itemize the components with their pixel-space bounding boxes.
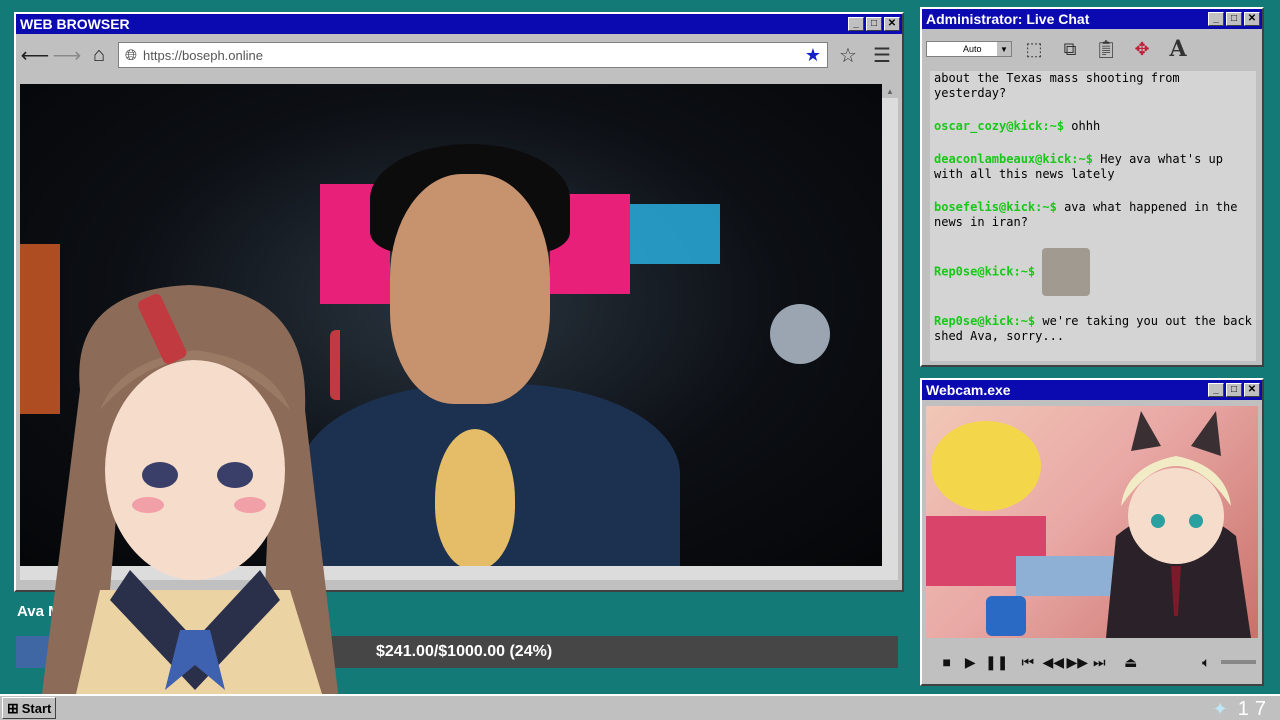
font-size-select[interactable]: Auto ▼ bbox=[926, 41, 1012, 57]
select-rect-icon[interactable]: ⬚ bbox=[1020, 35, 1048, 63]
lamp bbox=[770, 304, 830, 364]
chat-user: Rep0se@kick:~$ bbox=[934, 264, 1036, 279]
start-button[interactable]: ⊞ Start bbox=[2, 697, 57, 719]
close-button[interactable]: ✕ bbox=[1244, 383, 1260, 397]
font-size-value: Auto bbox=[963, 44, 982, 54]
webcam-window: Webcam.exe _ □ ✕ ■ ▶ ❚❚ ⏮︎ ◀◀ ▶▶ ⏭︎ ⏏︎ 🔈… bbox=[920, 378, 1264, 686]
chat-toolbar: Auto ▼ ⬚ ⧉ 📋︎ ✥ A bbox=[922, 29, 1262, 69]
webcam-titlebar[interactable]: Webcam.exe _ □ ✕ bbox=[922, 380, 1262, 400]
copy-icon[interactable]: ⧉ bbox=[1056, 35, 1084, 63]
play-icon[interactable]: ▶ bbox=[962, 654, 980, 671]
clock-area: ✦ 17 bbox=[1213, 698, 1272, 720]
chat-message: about the Texas mass shooting from yeste… bbox=[934, 71, 1252, 101]
chat-text: ohhh bbox=[1071, 119, 1101, 133]
microphone bbox=[435, 429, 515, 566]
close-button[interactable]: ✕ bbox=[884, 17, 900, 31]
eject-icon[interactable]: ⏏︎ bbox=[1122, 654, 1140, 671]
chat-message: Rep0se@kick:~$ we're taking you out the … bbox=[934, 314, 1252, 344]
blue-light bbox=[630, 204, 720, 264]
webcam-illustration bbox=[926, 411, 1251, 638]
webcam-title: Webcam.exe bbox=[926, 382, 1011, 398]
paste-icon[interactable]: 📋︎ bbox=[1092, 35, 1120, 63]
minimize-button[interactable]: _ bbox=[1208, 383, 1224, 397]
browser-title: WEB BROWSER bbox=[20, 16, 130, 32]
start-label: Start bbox=[21, 700, 52, 716]
progress-text: $241.00/$1000.00 (24%) bbox=[376, 643, 553, 660]
browser-toolbar: ⟵ ⟶ ⌂ 🌐︎ https://boseph.online ★ ☆ ☰ bbox=[16, 34, 902, 76]
chat-user: Rep0se@kick:~$ bbox=[934, 314, 1036, 328]
chat-message: deaconlambeaux@kick:~$ Hey ava what's up… bbox=[934, 152, 1252, 182]
chat-message: oscar_cozy@kick:~$ ohhh bbox=[934, 119, 1252, 134]
chat-user: deaconlambeaux@kick:~$ bbox=[934, 152, 1093, 166]
chat-log[interactable]: about the Texas mass shooting from yeste… bbox=[930, 71, 1256, 361]
url-text: https://boseph.online bbox=[143, 47, 263, 63]
chat-user: bosefelis@kick:~$ bbox=[934, 200, 1057, 214]
streamer-face bbox=[390, 174, 550, 404]
windows-logo-icon: ⊞ bbox=[7, 699, 19, 716]
vtuber-avatar bbox=[40, 285, 340, 720]
network-icon[interactable]: ✦ bbox=[1213, 699, 1228, 720]
close-button[interactable]: ✕ bbox=[1244, 12, 1260, 26]
chat-title: Administrator: Live Chat bbox=[926, 11, 1090, 27]
pause-icon[interactable]: ❚❚ bbox=[985, 654, 1008, 671]
volume-icon[interactable]: 🔈︎ bbox=[1198, 654, 1216, 671]
chat-text: about the Texas mass shooting from yeste… bbox=[934, 71, 1180, 100]
minimize-button[interactable]: _ bbox=[1208, 12, 1224, 26]
scroll-up-icon[interactable]: ▲ bbox=[882, 84, 898, 98]
cat-emote-image bbox=[1042, 248, 1091, 296]
skip-back-icon[interactable]: ⏮︎ bbox=[1019, 654, 1037, 671]
clock-text: 17 bbox=[1237, 698, 1272, 720]
maximize-button[interactable]: □ bbox=[1226, 383, 1242, 397]
font-icon[interactable]: A bbox=[1164, 35, 1192, 63]
rewind-icon[interactable]: ◀◀ bbox=[1043, 654, 1065, 671]
move-icon[interactable]: ✥ bbox=[1128, 35, 1156, 63]
back-arrow-icon[interactable]: ⟵ bbox=[21, 42, 50, 68]
maximize-button[interactable]: □ bbox=[866, 17, 882, 31]
chat-message: bosefelis@kick:~$ ava what happened in t… bbox=[934, 200, 1252, 230]
volume-slider[interactable] bbox=[1221, 660, 1256, 664]
live-chat-window: Administrator: Live Chat _ □ ✕ Auto ▼ ⬚ … bbox=[920, 7, 1264, 367]
favorite-star-icon[interactable]: ☆ bbox=[834, 42, 862, 68]
media-controls: ■ ▶ ❚❚ ⏮︎ ◀◀ ▶▶ ⏭︎ ⏏︎ 🔈︎ bbox=[928, 646, 1256, 678]
chat-user: oscar_cozy@kick:~$ bbox=[934, 119, 1065, 133]
taskbar: ⊞ Start ✦ 17 bbox=[0, 694, 1280, 720]
bookmark-star-filled-icon[interactable]: ★ bbox=[805, 45, 821, 66]
fast-forward-icon[interactable]: ▶▶ bbox=[1067, 654, 1089, 671]
skip-forward-icon[interactable]: ⏭︎ bbox=[1091, 654, 1109, 671]
home-icon[interactable]: ⌂ bbox=[86, 42, 112, 68]
chevron-down-icon[interactable]: ▼ bbox=[997, 42, 1011, 56]
vertical-scrollbar[interactable]: ▲ bbox=[882, 84, 898, 580]
stop-icon[interactable]: ■ bbox=[938, 654, 956, 670]
browser-titlebar[interactable]: WEB BROWSER _ □ ✕ bbox=[16, 14, 902, 34]
chat-titlebar[interactable]: Administrator: Live Chat _ □ ✕ bbox=[922, 9, 1262, 29]
address-bar[interactable]: 🌐︎ https://boseph.online ★ bbox=[118, 42, 828, 68]
webcam-feed bbox=[926, 406, 1258, 638]
globe-icon: 🌐︎ bbox=[125, 46, 138, 64]
forward-arrow-icon[interactable]: ⟶ bbox=[53, 42, 82, 68]
chat-message: Rep0se@kick:~$ bbox=[934, 248, 1252, 296]
menu-icon[interactable]: ☰ bbox=[868, 42, 896, 68]
minimize-button[interactable]: _ bbox=[848, 17, 864, 31]
maximize-button[interactable]: □ bbox=[1226, 12, 1242, 26]
